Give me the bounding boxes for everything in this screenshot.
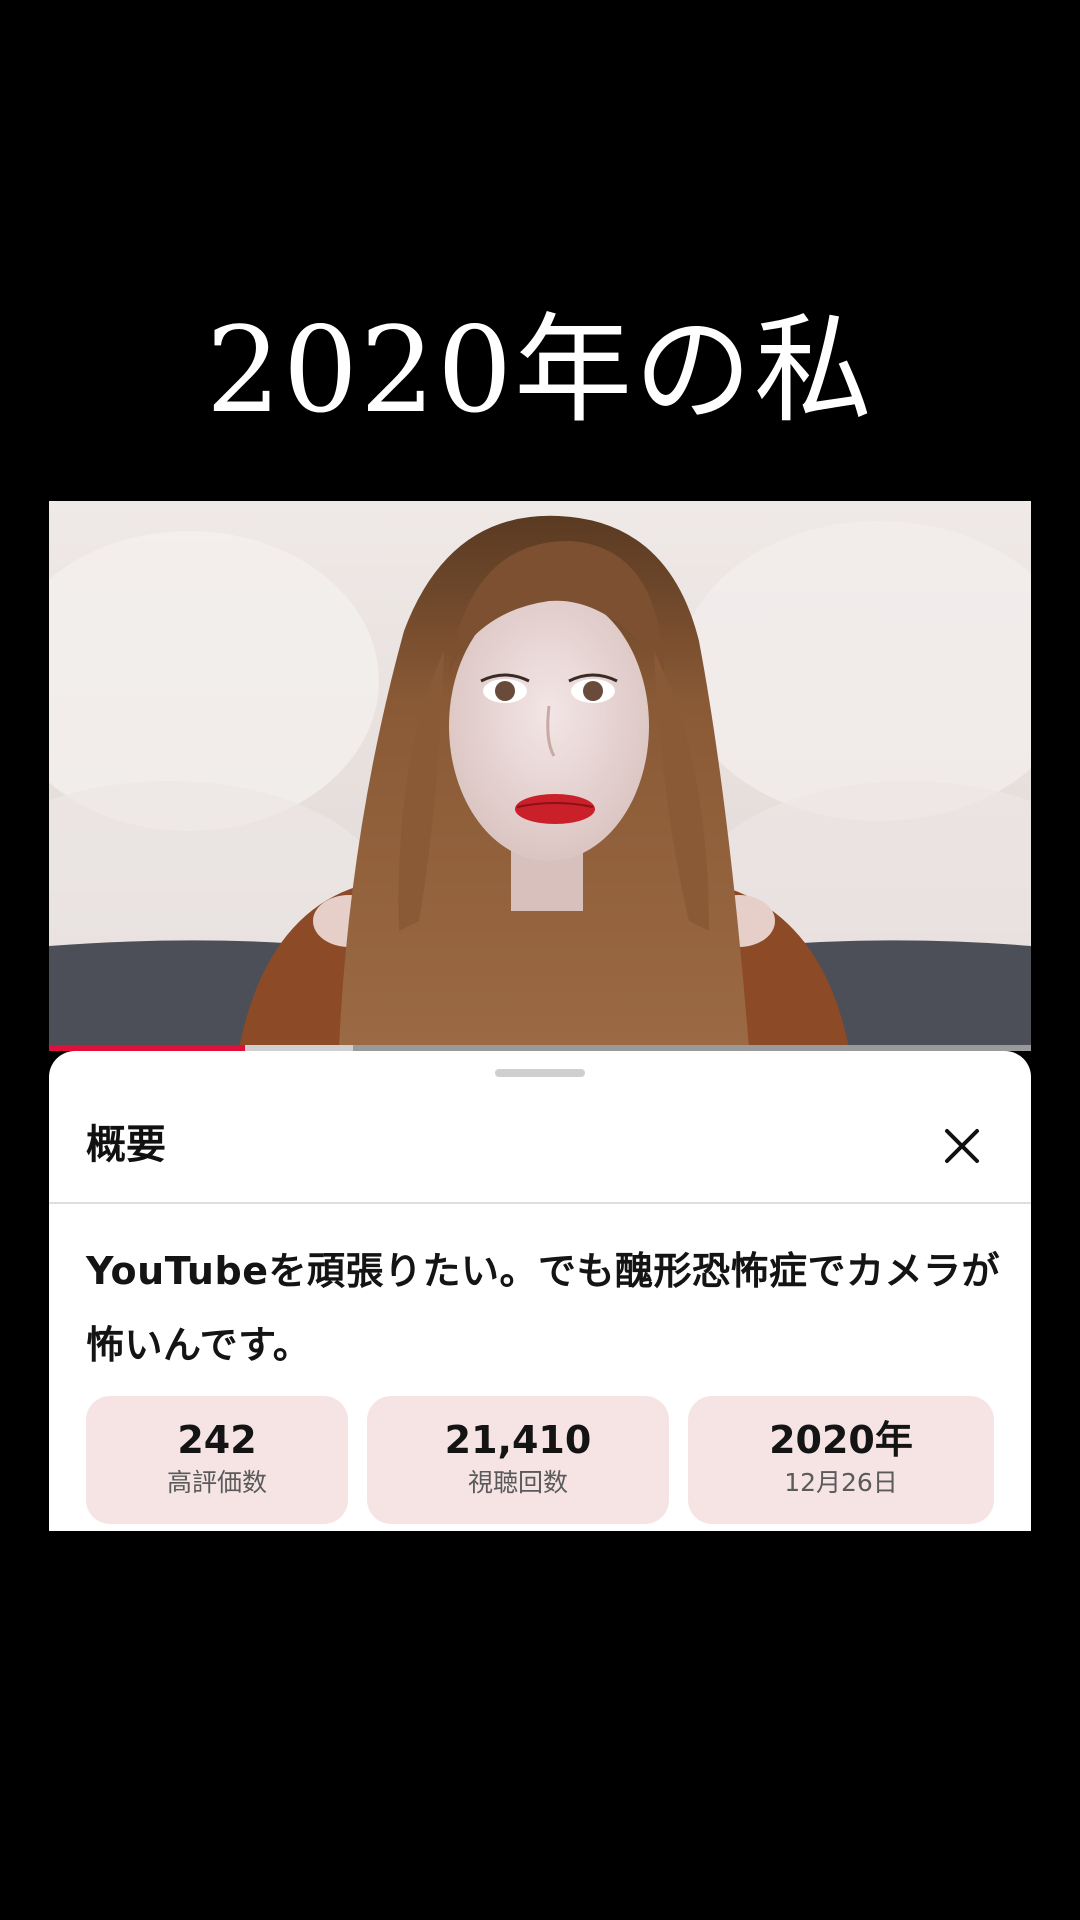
- stat-likes-value: 242: [177, 1418, 257, 1462]
- video-frame[interactable]: [49, 501, 1031, 1048]
- stat-date-year: 2020年: [769, 1418, 913, 1462]
- description-sheet: 概要 YouTubeを頑張りたい。でも醜形恐怖症でカメラが怖いんです。 242 …: [49, 1051, 1031, 1531]
- stat-date: 2020年 12月26日: [688, 1396, 994, 1524]
- video-description: YouTubeを頑張りたい。でも醜形恐怖症でカメラが怖いんです。: [86, 1249, 1000, 1367]
- close-icon: [945, 1129, 979, 1163]
- stat-date-day: 12月26日: [784, 1468, 898, 1497]
- overlay-title: 2020年の私: [205, 301, 875, 439]
- video-image: [49, 501, 1031, 1048]
- sheet-title: 概要: [86, 1122, 166, 1168]
- drag-handle[interactable]: [495, 1069, 585, 1077]
- stat-views-label: 視聴回数: [467, 1468, 568, 1497]
- stat-views: 21,410 視聴回数: [367, 1396, 669, 1524]
- divider: [49, 1202, 1031, 1204]
- stat-likes: 242 高評価数: [86, 1396, 348, 1524]
- stat-likes-label: 高評価数: [166, 1468, 267, 1497]
- stat-views-value: 21,410: [444, 1418, 592, 1462]
- close-button[interactable]: [939, 1123, 985, 1169]
